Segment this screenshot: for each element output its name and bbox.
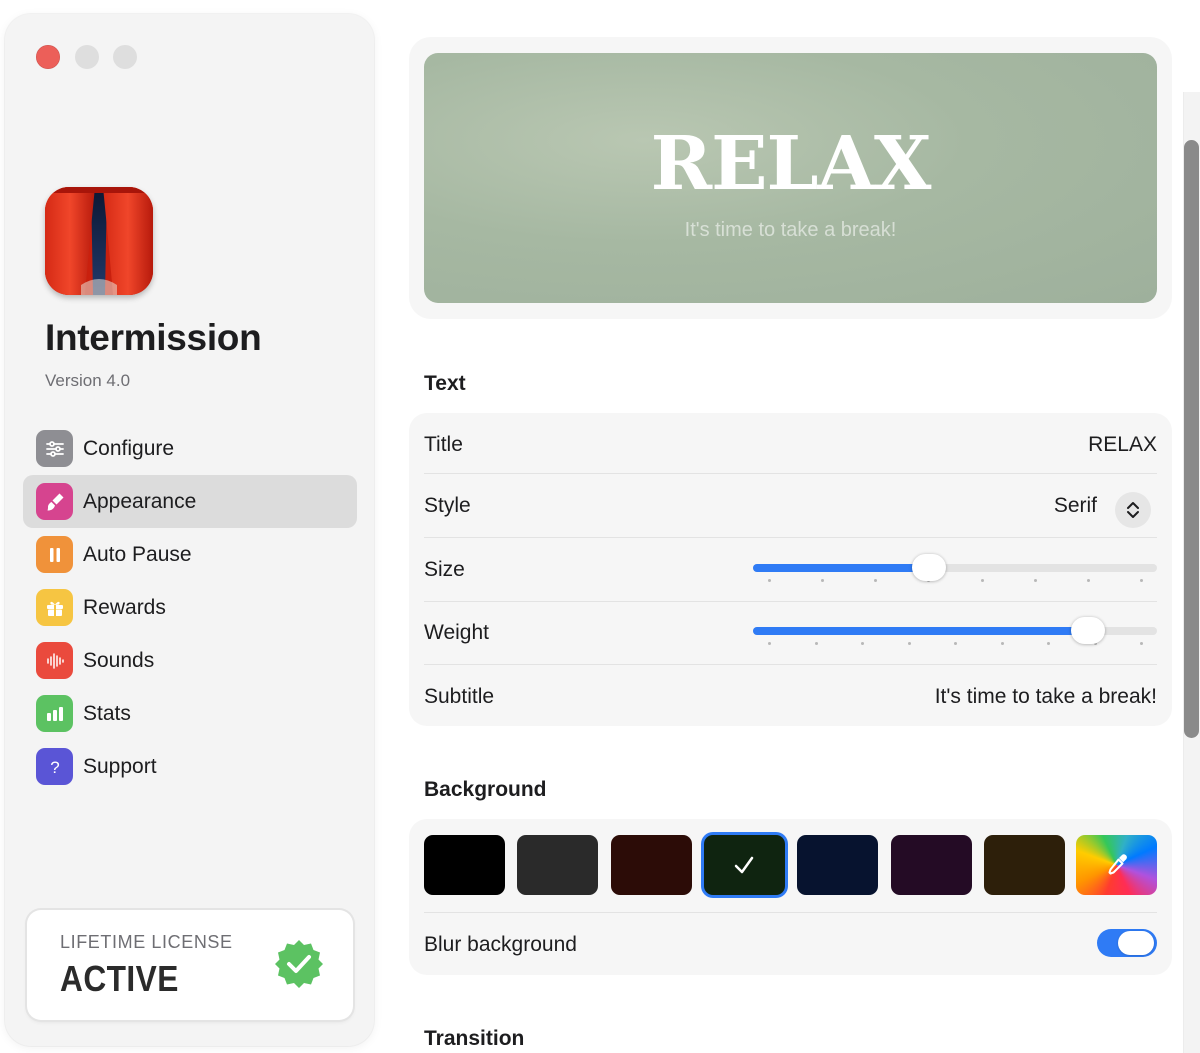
- break-preview: RELAX It's time to take a break!: [424, 53, 1157, 303]
- title-field[interactable]: RELAX: [1088, 433, 1157, 457]
- weight-label: Weight: [424, 621, 489, 644]
- checkmark-icon: [735, 856, 754, 874]
- color-swatch[interactable]: [890, 835, 972, 895]
- verified-badge-icon: [273, 938, 325, 990]
- sidebar-item-label: Rewards: [83, 595, 166, 619]
- slider-tick: [1001, 642, 1004, 645]
- slider-tick: [1087, 579, 1090, 582]
- color-swatch[interactable]: [983, 835, 1065, 895]
- slider-fill: [753, 564, 929, 572]
- sidebar-item-label: Sounds: [83, 648, 155, 672]
- transition-section-heading: Transition: [424, 1027, 525, 1050]
- style-label: Style: [424, 494, 471, 517]
- divider: [424, 473, 1157, 474]
- background-settings-group: Blur background: [409, 819, 1172, 975]
- gift-icon: [36, 589, 73, 626]
- color-swatch[interactable]: [517, 835, 599, 895]
- sidebar-item-label: Stats: [83, 701, 131, 725]
- slider-tick: [874, 579, 877, 582]
- slider-tick: [861, 642, 864, 645]
- divider: [424, 664, 1157, 665]
- app-version: Version 4.0: [45, 371, 131, 390]
- weight-slider[interactable]: [753, 616, 1157, 646]
- blur-label: Blur background: [424, 933, 577, 956]
- sidebar-nav: Configure Appearance Auto Pause Rewards …: [23, 422, 357, 793]
- style-popup-button[interactable]: [1115, 492, 1151, 528]
- scrollbar-thumb[interactable]: [1184, 140, 1199, 738]
- custom-color-button[interactable]: [1076, 835, 1157, 895]
- slider-tick: [821, 579, 824, 582]
- sidebar-item-configure[interactable]: Configure: [23, 422, 357, 475]
- slider-tick: [768, 579, 771, 582]
- close-window-button[interactable]: [36, 45, 60, 69]
- license-status: ACTIVE: [60, 958, 179, 999]
- sidebar-item-support[interactable]: ? Support: [23, 740, 357, 793]
- color-swatch[interactable]: [610, 835, 692, 895]
- license-card: LIFETIME LICENSE ACTIVE: [27, 910, 353, 1020]
- color-swatch[interactable]: [703, 835, 785, 895]
- text-section-heading: Text: [424, 372, 466, 395]
- slider-tick: [1140, 642, 1143, 645]
- slider-tick: [954, 642, 957, 645]
- slider-thumb[interactable]: [1071, 617, 1105, 644]
- size-slider[interactable]: [753, 553, 1157, 583]
- paintbrush-icon: [36, 483, 73, 520]
- svg-text:?: ?: [50, 758, 59, 777]
- slider-thumb[interactable]: [912, 554, 946, 581]
- chevron-up-down-icon: [1127, 502, 1139, 518]
- minimize-window-button[interactable]: [75, 45, 99, 69]
- slider-tick: [1047, 642, 1050, 645]
- color-swatch[interactable]: [424, 835, 505, 895]
- sliders-icon: [36, 430, 73, 467]
- color-swatch[interactable]: [797, 835, 879, 895]
- style-select-value[interactable]: Serif: [1054, 494, 1097, 518]
- divider: [424, 601, 1157, 602]
- slider-tick: [1140, 579, 1143, 582]
- text-settings-group: Title RELAX Style Serif Size Weight Subt…: [409, 413, 1172, 726]
- waveform-icon: [36, 642, 73, 679]
- preview-title: RELAX: [650, 121, 932, 207]
- slider-tick: [815, 642, 818, 645]
- slider-tick: [1034, 579, 1037, 582]
- slider-tick: [981, 579, 984, 582]
- app-icon: [45, 187, 153, 295]
- sidebar-item-label: Appearance: [83, 489, 197, 513]
- subtitle-label: Subtitle: [424, 685, 495, 708]
- sidebar-item-label: Support: [83, 754, 157, 778]
- divider: [424, 537, 1157, 538]
- preview-subtitle: It's time to take a break!: [684, 219, 897, 241]
- sidebar-item-label: Configure: [83, 436, 175, 460]
- divider: [424, 912, 1157, 913]
- zoom-window-button[interactable]: [113, 45, 137, 69]
- background-section-heading: Background: [424, 778, 547, 801]
- size-label: Size: [424, 558, 465, 581]
- sidebar-item-appearance[interactable]: Appearance: [23, 475, 357, 528]
- subtitle-field[interactable]: It's time to take a break!: [935, 685, 1157, 709]
- sidebar-item-rewards[interactable]: Rewards: [23, 581, 357, 634]
- app-name: Intermission: [45, 317, 262, 358]
- bar-chart-icon: [36, 695, 73, 732]
- sidebar-item-label: Auto Pause: [83, 542, 192, 566]
- sidebar-item-stats[interactable]: Stats: [23, 687, 357, 740]
- preview-card: RELAX It's time to take a break!: [409, 37, 1172, 319]
- toggle-knob: [1118, 931, 1154, 955]
- blur-toggle[interactable]: [1097, 929, 1157, 957]
- license-heading: LIFETIME LICENSE: [60, 932, 233, 952]
- pause-icon: [36, 536, 73, 573]
- sidebar-item-sounds[interactable]: Sounds: [23, 634, 357, 687]
- slider-fill: [753, 627, 1088, 635]
- eyedropper-icon: [1108, 854, 1127, 875]
- sidebar: Intermission Version 4.0 Configure Appea…: [5, 14, 374, 1046]
- slider-tick: [768, 642, 771, 645]
- title-label: Title: [424, 433, 463, 456]
- slider-tick: [908, 642, 911, 645]
- question-icon: ?: [36, 748, 73, 785]
- sidebar-item-auto-pause[interactable]: Auto Pause: [23, 528, 357, 581]
